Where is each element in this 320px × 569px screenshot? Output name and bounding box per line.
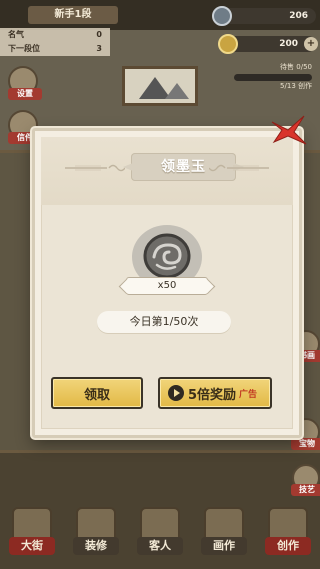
nav-label: 创作 xyxy=(265,537,311,555)
claim-button[interactable]: 领取 xyxy=(51,377,143,409)
nav-label: 大街 xyxy=(9,537,55,555)
sale-progress-bar xyxy=(234,74,312,81)
nav-label: 客人 xyxy=(137,537,183,555)
watch-ad-5x-button[interactable]: 5倍奖励 广告 xyxy=(158,377,272,409)
nav-street[interactable]: 大街 xyxy=(6,507,58,565)
cloud-ornament-icon xyxy=(65,164,125,172)
nav-create[interactable]: 创作 xyxy=(262,507,314,565)
gold-counter: 200 + xyxy=(218,34,318,54)
sale-counter-sub: 5/13 创作 xyxy=(280,82,312,90)
item-count-badge: x50 xyxy=(126,277,208,295)
stat-next-rank: 下一段位 3 xyxy=(0,42,110,56)
nav-label: 画作 xyxy=(201,537,247,555)
stat-value: 0 xyxy=(96,30,102,39)
video-reward-label: 5倍奖励 xyxy=(188,387,237,403)
sale-counter-label: 待售 0/50 xyxy=(280,63,312,71)
stat-value: 3 xyxy=(96,44,102,53)
floor-beam xyxy=(0,450,320,453)
wall-painting xyxy=(122,66,198,106)
add-gold-button[interactable]: + xyxy=(304,37,318,51)
settings-label: 设置 xyxy=(8,88,42,100)
gold-coin-icon xyxy=(218,34,238,54)
settings-button[interactable]: 设置 xyxy=(8,66,42,100)
play-video-icon xyxy=(168,385,184,401)
rank-title: 新手1段 xyxy=(28,6,118,24)
nav-paintings[interactable]: 画作 xyxy=(198,507,250,565)
daily-progress: 今日第1/50次 xyxy=(97,311,231,333)
dialog-header: 领墨玉 xyxy=(41,137,293,205)
ink-jade-amount: 206 xyxy=(289,11,308,21)
nav-label: 装修 xyxy=(73,537,119,555)
stat-label: 下一段位 xyxy=(8,44,40,53)
ink-jade-icon xyxy=(212,6,232,26)
skills-button[interactable]: 技艺 xyxy=(291,464,320,496)
sale-counter: 待售 0/50 5/13 创作 xyxy=(234,62,312,90)
skills-label: 技艺 xyxy=(291,484,320,496)
stats-panel: 名气 0 下一段位 3 xyxy=(0,28,110,56)
nav-decorate[interactable]: 装修 xyxy=(70,507,122,565)
stat-label: 名气 xyxy=(8,30,24,39)
nav-guests[interactable]: 客人 xyxy=(134,507,186,565)
close-icon[interactable] xyxy=(268,112,308,148)
ink-jade-counter: 206 xyxy=(212,6,316,26)
claim-label: 领取 xyxy=(83,387,110,403)
claim-ink-jade-dialog: 领墨玉 x50 今日第1/50次 领取 5倍奖励 广告 xyxy=(32,128,302,438)
treasure-label: 宝物 xyxy=(291,438,320,450)
stat-fame: 名气 0 xyxy=(0,28,110,42)
ad-tag: 广告 xyxy=(239,389,258,400)
gold-amount: 200 xyxy=(279,39,298,49)
cloud-ornament-icon xyxy=(209,164,269,172)
bottom-nav: 大街 装修 客人 画作 创作 xyxy=(0,505,320,569)
